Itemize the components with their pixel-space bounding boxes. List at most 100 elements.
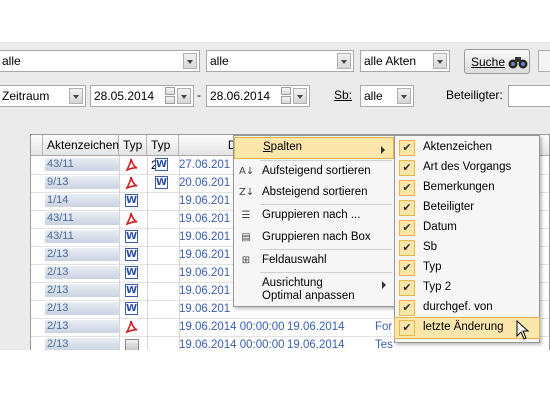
word-icon: W	[125, 248, 138, 261]
sb-combo[interactable]: alle	[360, 85, 414, 107]
aktenzeichen-cell: 1/14	[45, 194, 119, 207]
date-from-field[interactable]: 28.05.2014	[90, 85, 194, 107]
search-button[interactable]: Suche	[464, 49, 530, 74]
aktenzeichen-cell: 43/11	[45, 230, 119, 243]
checkmark-icon: ✔	[399, 220, 415, 236]
checkmark-icon: ✔	[399, 180, 415, 196]
word-icon: W	[125, 284, 138, 297]
toolbar-overflow[interactable]	[538, 50, 550, 72]
datum-cell: 27.06.201	[179, 159, 231, 171]
date2-cell: 19.06.2014	[287, 339, 345, 350]
chevron-down-icon[interactable]	[177, 88, 191, 104]
date2-cell: 19.06.2014	[287, 321, 345, 333]
datum-cell: 19.06.201	[179, 195, 231, 207]
word-icon: W	[125, 302, 138, 315]
field-chooser-icon: ⊞	[241, 255, 251, 266]
binoculars-icon	[508, 57, 528, 69]
column-toggle-item[interactable]: ✔ Beteiligter	[395, 198, 539, 218]
column-toggle-label: Datum	[423, 221, 457, 233]
grid-header-spacer	[31, 135, 43, 155]
search-button-label: Suche	[471, 55, 506, 69]
menu-item-group-box[interactable]: ▤ Gruppieren nach Box	[234, 227, 394, 249]
column-toggle-item[interactable]: ✔ Sb	[395, 238, 539, 258]
last-cell: Tes	[375, 339, 393, 350]
column-toggle-label: Beteiligter	[423, 201, 475, 213]
last-cell: For	[375, 321, 393, 333]
menu-item-feldauswahl[interactable]: ⊞ Feldauswahl	[234, 250, 394, 272]
aktenzeichen-cell: 2/13	[45, 302, 119, 315]
pdf-icon	[125, 176, 138, 190]
date-to-value: 28.06.2014	[210, 89, 271, 103]
datum-cell: 20.06.201	[179, 177, 231, 189]
date-from-spinner[interactable]	[165, 87, 177, 105]
menu-item-sort-ascending[interactable]: A↓ Aufsteigend sortieren	[234, 161, 394, 183]
datum-cell: 19.06.201	[179, 213, 231, 225]
menu-item-label: Gruppieren nach ...	[262, 209, 361, 221]
datum-cell: 19.06.201	[179, 267, 231, 279]
column-toggle-label: letzte Änderung	[423, 321, 504, 333]
date-to-spinner[interactable]	[281, 87, 293, 105]
word-icon: W	[125, 194, 138, 207]
aktenzeichen-cell: 2/13	[45, 320, 119, 333]
filter3-combo[interactable]: alle Akten	[360, 50, 450, 72]
pdf-icon	[125, 158, 138, 172]
column-toggle-label: Aktenzeichen	[423, 141, 493, 153]
beteiligter-label: Beteiligter:	[446, 88, 503, 102]
filter3-value: alle Akten	[364, 54, 417, 68]
menu-item-label: Feldauswahl	[262, 254, 327, 266]
sb-label: Sb:	[334, 88, 353, 102]
pdf-icon	[125, 212, 138, 226]
checkmark-icon: ✔	[399, 280, 415, 296]
word-icon: W	[155, 158, 168, 171]
word-icon: W	[125, 230, 138, 243]
column-toggle-item[interactable]: ✔ Typ	[395, 258, 539, 278]
checkmark-icon: ✔	[399, 300, 415, 316]
sort-descending-icon: Z↓	[239, 187, 255, 198]
column-toggle-item[interactable]: ✔ durchgef. von	[395, 298, 539, 318]
chevron-down-icon[interactable]	[293, 88, 307, 104]
filter1-combo[interactable]: alle	[0, 50, 200, 72]
checkmark-icon: ✔	[399, 260, 415, 276]
datum-cell: 19.06.201	[179, 303, 231, 315]
aktenzeichen-cell: 9/13	[45, 176, 119, 189]
column-toggle-item[interactable]: ✔ Typ 2	[395, 278, 539, 298]
menu-item-label: Aufsteigend sortieren	[262, 165, 371, 177]
column-toggle-item[interactable]: ✔ Bemerkungen	[395, 178, 539, 198]
column-toggle-label: Bemerkungen	[423, 181, 495, 193]
period-combo[interactable]: Zeitraum	[0, 85, 86, 107]
column-toggle-label: Sb	[423, 241, 438, 253]
column-toggle-item[interactable]: ✔ Datum	[395, 218, 539, 238]
column-toggle-item[interactable]: ✔ Aktenzeichen	[395, 138, 539, 158]
menu-item-sort-descending[interactable]: Z↓ Absteigend sortieren	[234, 182, 394, 204]
chevron-down-icon[interactable]	[183, 53, 197, 69]
checkmark-icon: ✔	[399, 320, 415, 336]
chevron-down-icon[interactable]	[69, 88, 83, 104]
context-menu: Spalten A↓ Aufsteigend sortieren Z↓ Abst…	[233, 135, 395, 307]
column-toggle-item[interactable]: ✔ Art des Vorgangs	[395, 158, 539, 178]
chevron-down-icon[interactable]	[337, 53, 351, 69]
menu-item-label: Gruppieren nach Box	[262, 231, 371, 243]
chevron-down-icon[interactable]	[397, 88, 411, 104]
column-header-aktenzeichen[interactable]: Aktenzeichen	[43, 135, 119, 155]
date-to-field[interactable]: 28.06.2014	[206, 85, 310, 107]
menu-item-label: Spalten	[263, 141, 303, 153]
app-window: alle alle alle Akten Suche Zeitraum 28.0…	[0, 42, 550, 350]
date-from-value: 28.05.2014	[94, 89, 155, 103]
aktenzeichen-cell: 2/13	[45, 266, 119, 279]
sort-ascending-icon: A↓	[239, 166, 255, 177]
menu-item-optimal-anpassen[interactable]: Optimal anpassen	[234, 286, 394, 308]
beteiligter-field[interactable]	[508, 85, 550, 107]
datum-cell: 19.06.201	[179, 231, 231, 243]
datum-cell: 19.06.201	[179, 249, 231, 261]
filter2-combo[interactable]: alle	[206, 50, 354, 72]
group-by-icon: ☰	[241, 210, 251, 221]
column-header-typ2[interactable]: Typ 2	[147, 135, 179, 172]
aktenzeichen-cell: 2/13	[45, 338, 119, 350]
menu-item-label: Absteigend sortieren	[262, 186, 368, 198]
checkmark-icon: ✔	[399, 240, 415, 256]
menu-item-group-by[interactable]: ☰ Gruppieren nach ...	[234, 205, 394, 227]
column-header-typ[interactable]: Typ	[119, 135, 147, 155]
date-separator: -	[197, 88, 201, 102]
chevron-down-icon[interactable]	[433, 53, 447, 69]
menu-item-spalten[interactable]: Spalten	[234, 137, 394, 159]
